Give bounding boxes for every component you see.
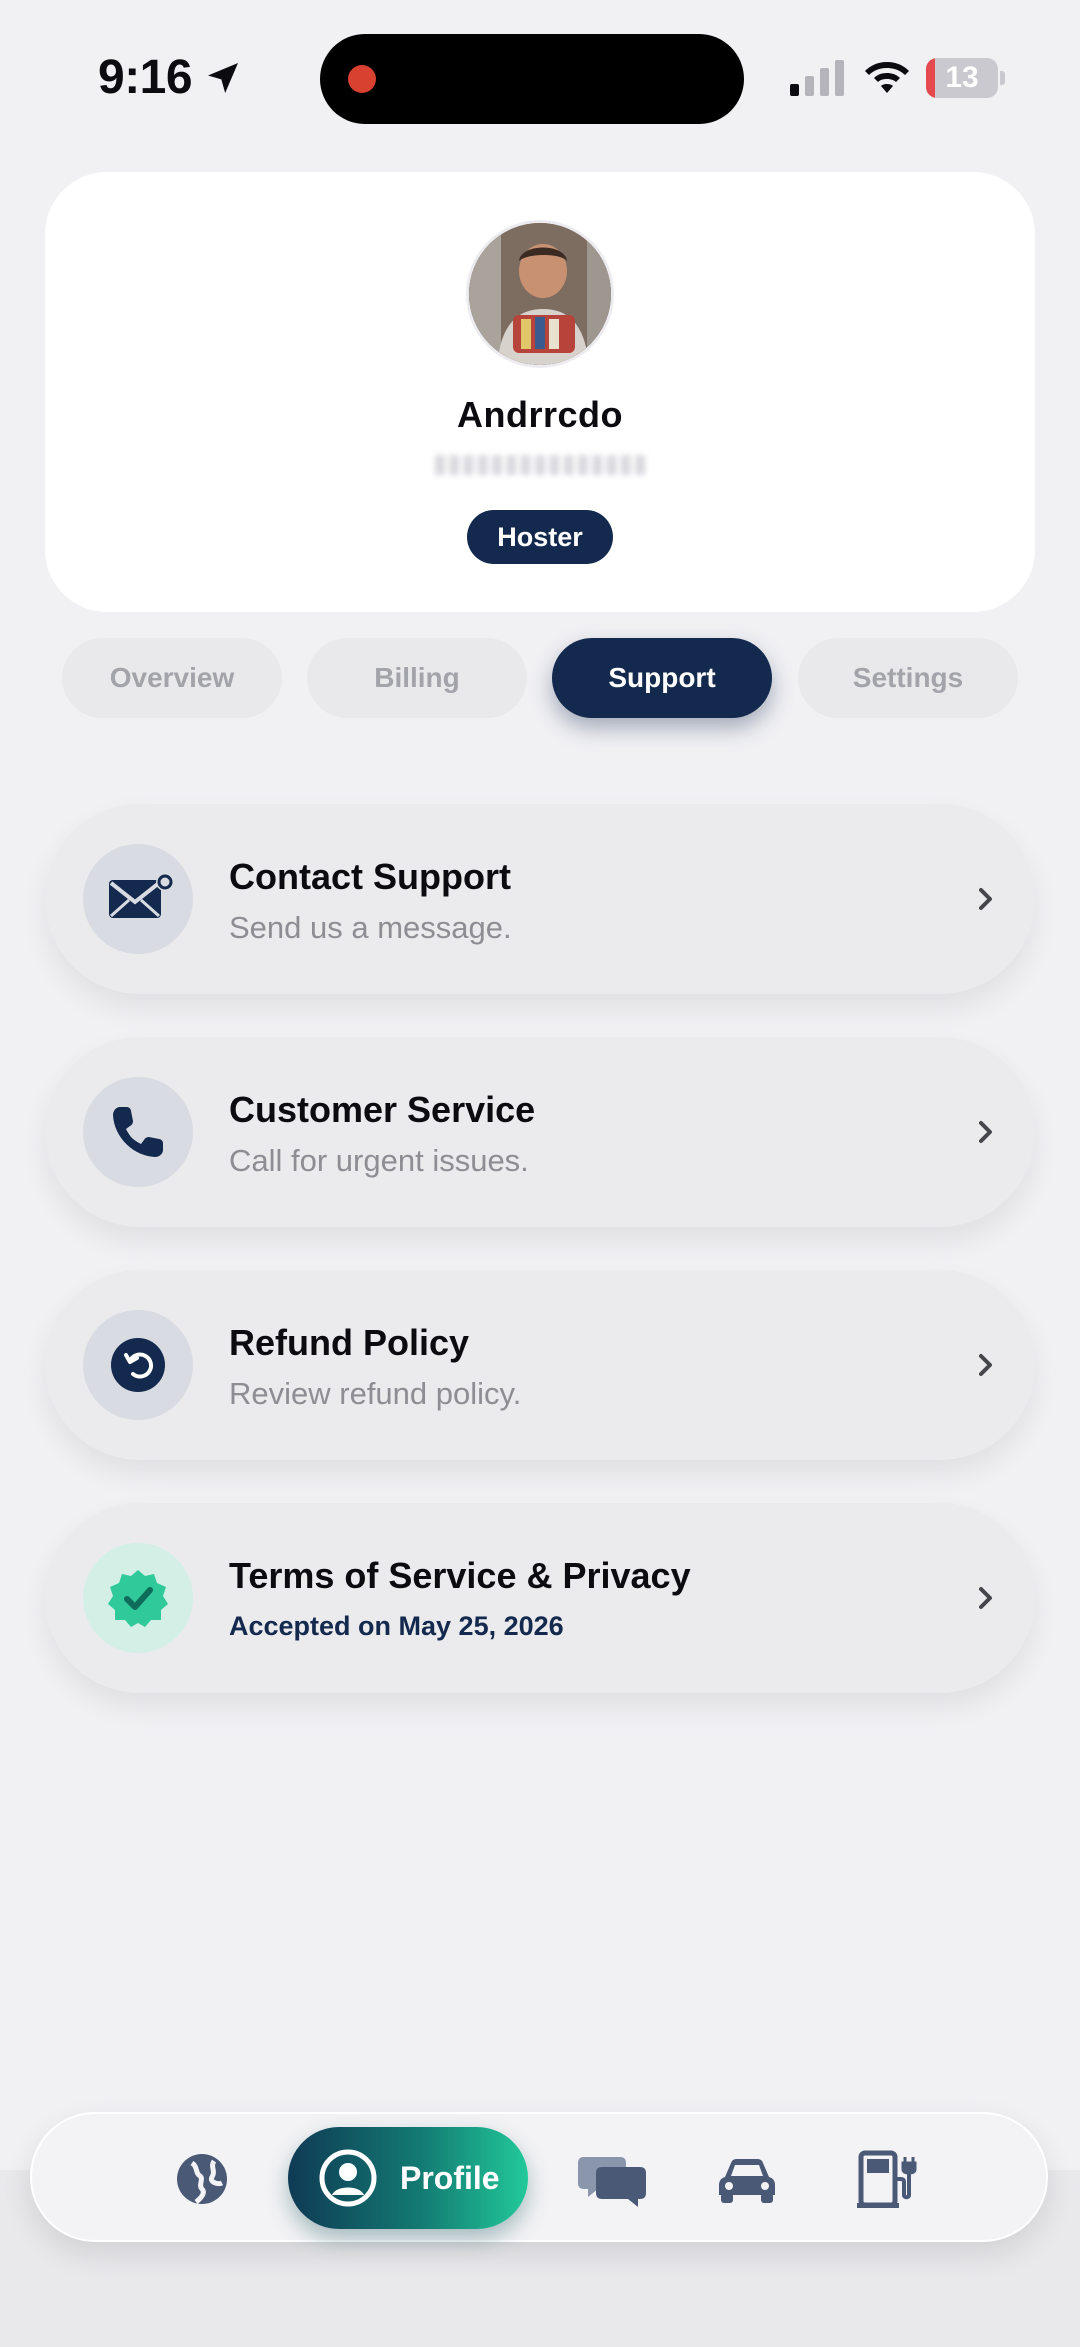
item-subtitle: Review refund policy. xyxy=(229,1376,522,1411)
globe-icon[interactable] xyxy=(162,2139,242,2219)
profile-name: Andrrcdo xyxy=(457,394,623,435)
profile-icon xyxy=(319,2149,377,2207)
chevron-right-icon xyxy=(979,1587,992,1609)
tab-billing[interactable]: Billing xyxy=(307,638,527,718)
refund-policy-item[interactable]: Refund Policy Review refund policy. xyxy=(45,1270,1035,1460)
profile-nav-label: Profile xyxy=(400,2160,500,2196)
location-arrow-icon xyxy=(208,63,238,93)
battery-level: 13 xyxy=(945,61,979,94)
role-badge: Hoster xyxy=(467,510,613,564)
customer-service-item[interactable]: Customer Service Call for urgent issues. xyxy=(45,1037,1035,1227)
bottom-navigation: Profile xyxy=(30,2112,1048,2242)
chevron-right-icon xyxy=(979,1354,992,1376)
fuel-pump-icon[interactable] xyxy=(847,2139,927,2219)
cellular-signal-icon xyxy=(790,60,844,96)
avatar[interactable] xyxy=(466,220,614,368)
item-title: Refund Policy xyxy=(229,1322,470,1363)
chat-icon[interactable] xyxy=(572,2139,652,2219)
chevron-right-icon xyxy=(979,888,992,910)
tab-settings[interactable]: Settings xyxy=(798,638,1018,718)
contact-support-item[interactable]: Contact Support Send us a message. xyxy=(45,804,1035,994)
item-title: Customer Service xyxy=(229,1089,536,1130)
verified-badge-icon xyxy=(83,1543,193,1653)
refund-icon xyxy=(83,1310,193,1420)
tab-overview[interactable]: Overview xyxy=(62,638,282,718)
item-title: Terms of Service & Privacy xyxy=(229,1555,691,1596)
recording-indicator xyxy=(348,65,376,93)
wifi-icon xyxy=(865,62,909,93)
item-subtitle: Call for urgent issues. xyxy=(229,1143,529,1178)
item-title: Contact Support xyxy=(229,856,511,897)
terms-accepted-date: Accepted on May 25, 2026 xyxy=(229,1611,564,1641)
profile-card: Andrrcdo ▮▮▮▮▮▮▮▮▮▮▮▮▮▮▮ Hoster xyxy=(45,172,1035,612)
phone-icon xyxy=(83,1077,193,1187)
tab-support[interactable]: Support xyxy=(552,638,772,718)
profile-subtitle-redacted: ▮▮▮▮▮▮▮▮▮▮▮▮▮▮▮ xyxy=(432,448,648,478)
profile-nav-button[interactable]: Profile xyxy=(288,2127,528,2229)
status-bar: 9:16 13 xyxy=(0,0,1080,150)
item-subtitle: Send us a message. xyxy=(229,910,512,945)
battery-indicator: 13 xyxy=(926,58,1006,98)
car-icon[interactable] xyxy=(707,2139,787,2219)
envelope-icon xyxy=(83,844,193,954)
chevron-right-icon xyxy=(979,1121,992,1143)
status-time: 9:16 xyxy=(98,51,193,104)
dynamic-island xyxy=(320,34,744,124)
terms-privacy-item[interactable]: Terms of Service & Privacy Accepted on M… xyxy=(45,1503,1035,1693)
profile-tabs: Overview Billing Support Settings xyxy=(62,638,1018,718)
